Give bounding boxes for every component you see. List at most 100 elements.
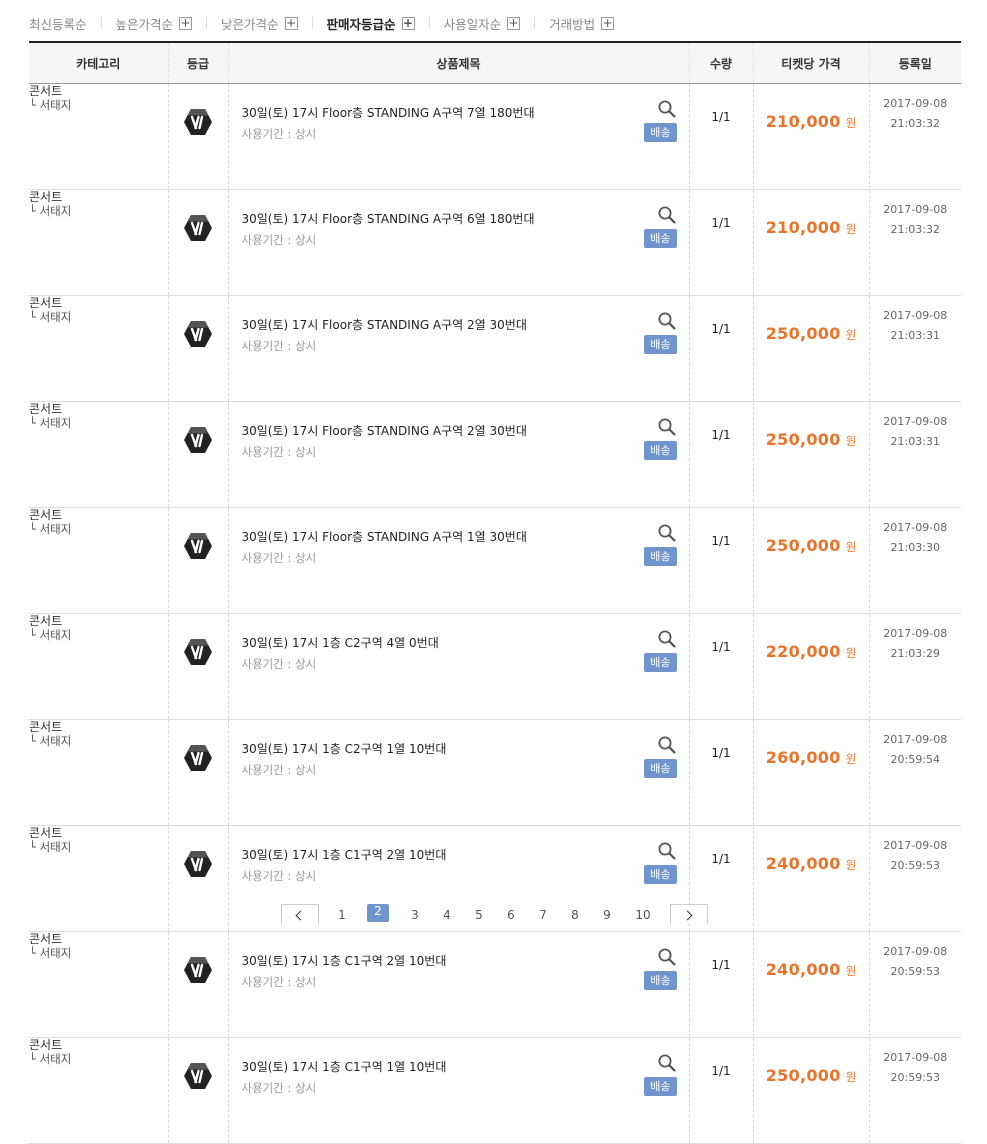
ticket-title-link[interactable]: 30일(토) 17시 1층 C2구역 1열 10번대 [242, 740, 447, 757]
vip-grade-icon [183, 532, 213, 564]
search-icon[interactable] [657, 99, 677, 119]
table-row[interactable]: 콘서트 └ 서태지 30일(토) 17시 1층 C2구역 4열 0번대 사용기간 : … [29, 613, 961, 720]
page-link[interactable]: 9 [596, 908, 618, 922]
sort-label: 최신등록순 [29, 16, 87, 32]
search-icon[interactable] [657, 417, 677, 437]
date-cell: 2017-09-08 20:59:53 [868, 1037, 961, 1144]
ticket-title-link[interactable]: 30일(토) 17시 1층 C2구역 4열 0번대 [242, 634, 439, 651]
page-link[interactable]: 8 [564, 908, 586, 922]
sort-label: 높은가격순 [115, 16, 174, 32]
delivery-badge: 배송 [644, 441, 677, 460]
register-date: 2017-09-08 [883, 733, 948, 746]
sort-price-high[interactable]: 높은가격순 + [116, 14, 193, 33]
search-icon[interactable] [657, 205, 677, 225]
price-value: 250,000 [765, 324, 841, 343]
price-cell: 250,000 원 [752, 401, 869, 508]
category-main: 콘서트 [29, 932, 63, 946]
register-date: 2017-09-08 [883, 1051, 948, 1064]
sort-latest[interactable]: 최신등록순 [29, 14, 87, 33]
search-icon[interactable] [657, 947, 677, 967]
sort-seller-grade[interactable]: 판매자등급순 + [327, 14, 415, 33]
quantity-cell: 1/1 [688, 719, 753, 826]
quantity-cell: 1/1 [688, 189, 753, 296]
table-row[interactable]: 콘서트 └ 서태지 30일(토) 17시 Floor층 STANDING A구역 2… [29, 401, 961, 508]
table-row[interactable]: 콘서트 └ 서태지 30일(토) 17시 Floor층 STANDING A구역 6… [29, 189, 961, 296]
page-link[interactable]: 6 [500, 908, 522, 922]
sort-label: 사용일자순 [443, 16, 502, 32]
search-icon[interactable] [657, 1053, 677, 1073]
search-icon[interactable] [657, 629, 677, 649]
category-cell: 콘서트 └ 서태지 [29, 189, 168, 296]
category-cell: 콘서트 └ 서태지 [29, 613, 168, 720]
table-row[interactable]: 콘서트 └ 서태지 30일(토) 17시 Floor층 STANDING A구역 7… [29, 83, 961, 190]
table-row[interactable]: 콘서트 └ 서태지 30일(토) 17시 Floor층 STANDING A구역 1… [29, 507, 961, 614]
vip-grade-icon [183, 320, 213, 352]
grade-cell [167, 719, 228, 826]
ticket-title-link[interactable]: 30일(토) 17시 Floor층 STANDING A구역 7열 180번대 [242, 104, 535, 121]
category-main: 콘서트 [29, 1038, 63, 1052]
category-cell: 콘서트 └ 서태지 [29, 507, 168, 614]
pagination: 1 2 3 4 5 6 7 8 9 10 [0, 900, 987, 924]
table-row[interactable]: 콘서트 └ 서태지 30일(토) 17시 1층 C1구역 1열 10번대 사용기간 :… [29, 1037, 961, 1144]
delivery-badge: 배송 [644, 229, 677, 248]
sort-price-low[interactable]: 낮은가격순 + [221, 14, 298, 33]
table-row[interactable]: 콘서트 └ 서태지 30일(토) 17시 1층 C2구역 1열 10번대 사용기간 :… [29, 719, 961, 826]
price-unit: 원 [845, 540, 857, 554]
category-main: 콘서트 [29, 508, 63, 522]
ticket-title-link[interactable]: 30일(토) 17시 1층 C1구역 1열 10번대 [242, 1058, 447, 1075]
price-value: 260,000 [765, 748, 841, 767]
vip-grade-icon [183, 426, 213, 458]
delivery-badge: 배송 [644, 865, 677, 884]
prev-page-button[interactable] [281, 904, 319, 924]
sort-divider [100, 17, 102, 29]
ticket-title-link[interactable]: 30일(토) 17시 Floor층 STANDING A구역 2열 30번대 [242, 316, 527, 333]
price-value: 240,000 [765, 960, 841, 979]
sort-trade-method[interactable]: 거래방법 + [549, 14, 615, 33]
table-body: 콘서트 └ 서태지 30일(토) 17시 Floor층 STANDING A구역 7… [29, 83, 961, 1144]
quantity-cell: 1/1 [688, 295, 753, 402]
page-link[interactable]: 7 [532, 908, 554, 922]
col-header-date: 등록일 [868, 41, 961, 84]
ticket-title-link[interactable]: 30일(토) 17시 Floor층 STANDING A구역 6열 180번대 [242, 210, 535, 227]
register-date: 2017-09-08 [883, 521, 948, 534]
title-cell: 30일(토) 17시 Floor층 STANDING A구역 7열 180번대 사… [227, 83, 689, 190]
date-cell: 2017-09-08 21:03:31 [868, 401, 961, 508]
next-page-button[interactable] [670, 904, 708, 924]
price-cell: 250,000 원 [752, 507, 869, 614]
table-row[interactable]: 콘서트 └ 서태지 30일(토) 17시 1층 C1구역 2열 10번대 사용기간 :… [29, 931, 961, 1038]
page-link[interactable]: 1 [331, 908, 353, 922]
register-date: 2017-09-08 [883, 415, 948, 428]
search-icon[interactable] [657, 841, 677, 861]
delivery-badge: 배송 [644, 1077, 677, 1096]
quantity-cell: 1/1 [688, 83, 753, 190]
table-header-row: 카테고리 등급 상품제목 수량 티켓당 가격 등록일 [29, 41, 961, 84]
ticket-title-link[interactable]: 30일(토) 17시 1층 C1구역 2열 10번대 [242, 952, 447, 969]
ticket-title-link[interactable]: 30일(토) 17시 Floor층 STANDING A구역 2열 30번대 [242, 422, 527, 439]
register-time: 20:59:53 [890, 965, 940, 978]
ticket-title-link[interactable]: 30일(토) 17시 1층 C1구역 2열 10번대 [242, 846, 447, 863]
search-icon[interactable] [657, 311, 677, 331]
category-sub: └ 서태지 [29, 522, 72, 536]
sort-divider [428, 17, 430, 29]
page-link[interactable]: 3 [404, 908, 426, 922]
ticket-title-link[interactable]: 30일(토) 17시 Floor층 STANDING A구역 1열 30번대 [242, 528, 527, 545]
page-link[interactable]: 4 [436, 908, 458, 922]
category-cell: 콘서트 └ 서태지 [29, 295, 168, 402]
page-link[interactable]: 5 [468, 908, 490, 922]
search-icon[interactable] [657, 523, 677, 543]
register-date: 2017-09-08 [883, 97, 948, 110]
page-link[interactable]: 10 [632, 908, 654, 922]
sort-divider [534, 17, 536, 29]
table-row[interactable]: 콘서트 └ 서태지 30일(토) 17시 Floor층 STANDING A구역 2… [29, 295, 961, 402]
use-period: 사용기간 : 상시 [241, 975, 317, 989]
register-time: 21:03:29 [890, 647, 940, 660]
search-icon[interactable] [657, 735, 677, 755]
price-value: 240,000 [765, 854, 841, 873]
vip-grade-icon [183, 108, 213, 140]
vip-grade-icon [183, 956, 213, 988]
page-link-current[interactable]: 2 [367, 904, 389, 922]
price-value: 250,000 [765, 536, 841, 555]
sort-use-date[interactable]: 사용일자순 + [444, 14, 521, 33]
category-sub: └ 서태지 [29, 840, 72, 854]
price-cell: 210,000 원 [752, 189, 869, 296]
